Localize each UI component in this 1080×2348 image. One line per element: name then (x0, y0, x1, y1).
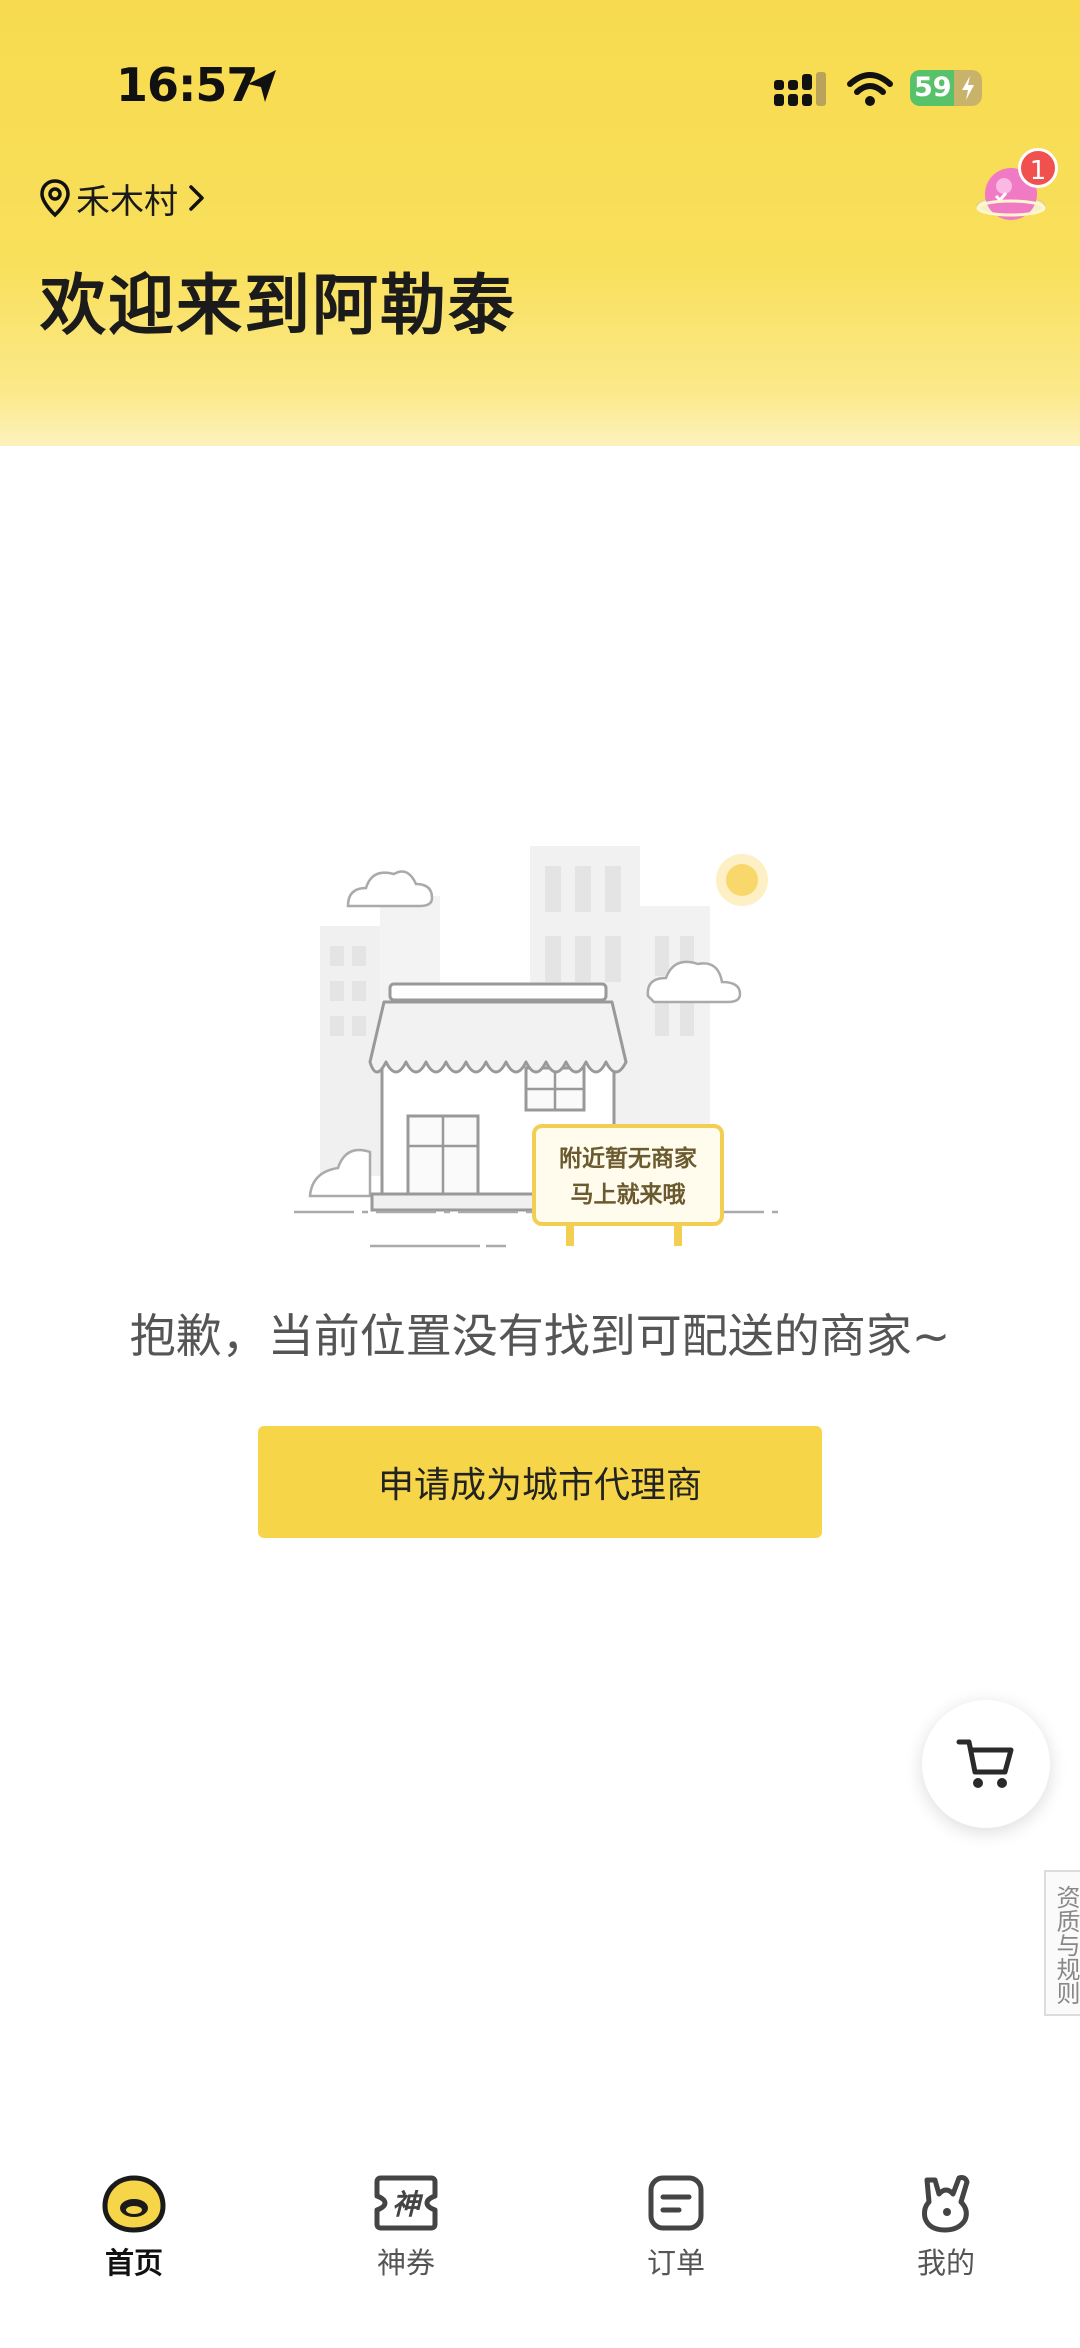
status-time: 16:57 (116, 58, 258, 112)
apply-city-agent-button[interactable]: 申请成为城市代理商 (258, 1426, 822, 1538)
tab-coupons-label: 神券 (376, 2246, 435, 2280)
tab-home[interactable]: 首页 (64, 2172, 204, 2302)
tab-profile[interactable]: 我的 (876, 2172, 1016, 2302)
location-selector[interactable]: 禾木村 (38, 176, 208, 222)
profile-icon (922, 2175, 970, 2233)
tab-orders[interactable]: 订单 (606, 2172, 746, 2302)
tab-profile-label: 我的 (916, 2246, 975, 2280)
wifi-icon (847, 72, 893, 106)
bottom-tab-bar: 首页 神 神券 订单 我的 (0, 2140, 1080, 2348)
order-icon (648, 2175, 704, 2231)
coupon-icon: 神 (374, 2175, 438, 2231)
location-arrow-icon (248, 70, 276, 102)
tab-home-label: 首页 (104, 2246, 163, 2280)
header: 16:57 59 禾木村 欢迎来到阿勒泰 1 (0, 0, 1080, 446)
empty-store-illustration: 附近暂无商家 马上就来哦 (294, 846, 784, 1248)
sign-line2: 马上就来哦 (571, 1181, 686, 1208)
page-title: 欢迎来到阿勒泰 (40, 267, 516, 344)
empty-state-message: 抱歉，当前位置没有找到可配送的商家~ (129, 1309, 951, 1363)
qualification-rules-tab[interactable]: 资质与规则 (1044, 1870, 1080, 2016)
cart-button[interactable] (922, 1700, 1050, 1828)
notification-badge: 1 (1018, 148, 1058, 188)
tab-coupons[interactable]: 神 神券 (336, 2172, 476, 2302)
battery-indicator: 59 (910, 70, 982, 106)
location-name: 禾木村 (76, 181, 178, 222)
home-duck-icon (102, 2175, 166, 2233)
svg-text:神: 神 (392, 2188, 424, 2221)
location-pin-icon (40, 179, 70, 218)
tab-orders-label: 订单 (646, 2246, 705, 2280)
shopping-cart-icon (956, 1739, 1014, 1788)
chevron-right-icon (189, 185, 204, 211)
battery-level: 59 (914, 72, 952, 103)
cellular-signal-icon (774, 72, 826, 106)
sign-line1: 附近暂无商家 (559, 1145, 697, 1172)
status-bar: 16:57 59 (0, 0, 1080, 170)
charging-bolt-icon (962, 76, 974, 100)
